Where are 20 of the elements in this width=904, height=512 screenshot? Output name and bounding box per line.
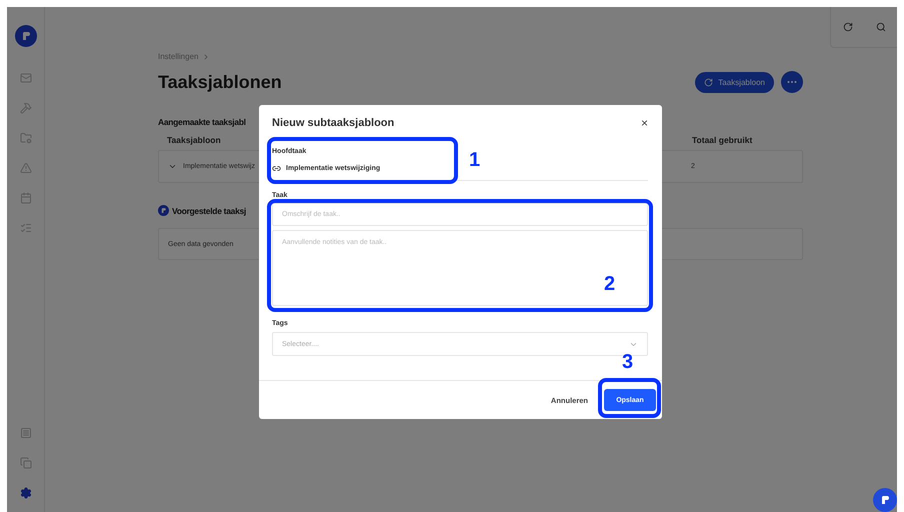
page-title: Taaksjablonen bbox=[158, 72, 282, 92]
column-header: Totaal gebruikt bbox=[692, 135, 752, 145]
refresh-icon bbox=[704, 78, 714, 86]
more-button[interactable] bbox=[781, 71, 803, 93]
logo-icon bbox=[158, 205, 169, 216]
dialog-title: Nieuw subtaaksjabloon bbox=[272, 117, 394, 129]
search-icon[interactable] bbox=[876, 22, 886, 32]
annotation-number: 2 bbox=[604, 274, 616, 294]
annotation-number: 1 bbox=[469, 150, 480, 170]
link-icon bbox=[272, 164, 281, 173]
section-title: Aangemaakte taaksjabl bbox=[158, 117, 246, 127]
section-title: Voorgestelde taaksj bbox=[172, 206, 246, 216]
annotation-frame bbox=[598, 378, 661, 418]
chevron-down-icon[interactable] bbox=[168, 162, 177, 171]
add-template-button[interactable]: Taaksjabloon bbox=[695, 72, 774, 92]
refresh-icon[interactable] bbox=[842, 22, 852, 32]
column-header: Taaksjabloon bbox=[167, 135, 221, 145]
logo-icon[interactable] bbox=[873, 488, 897, 512]
close-button[interactable]: × bbox=[640, 117, 648, 129]
logo-icon[interactable] bbox=[14, 25, 36, 47]
